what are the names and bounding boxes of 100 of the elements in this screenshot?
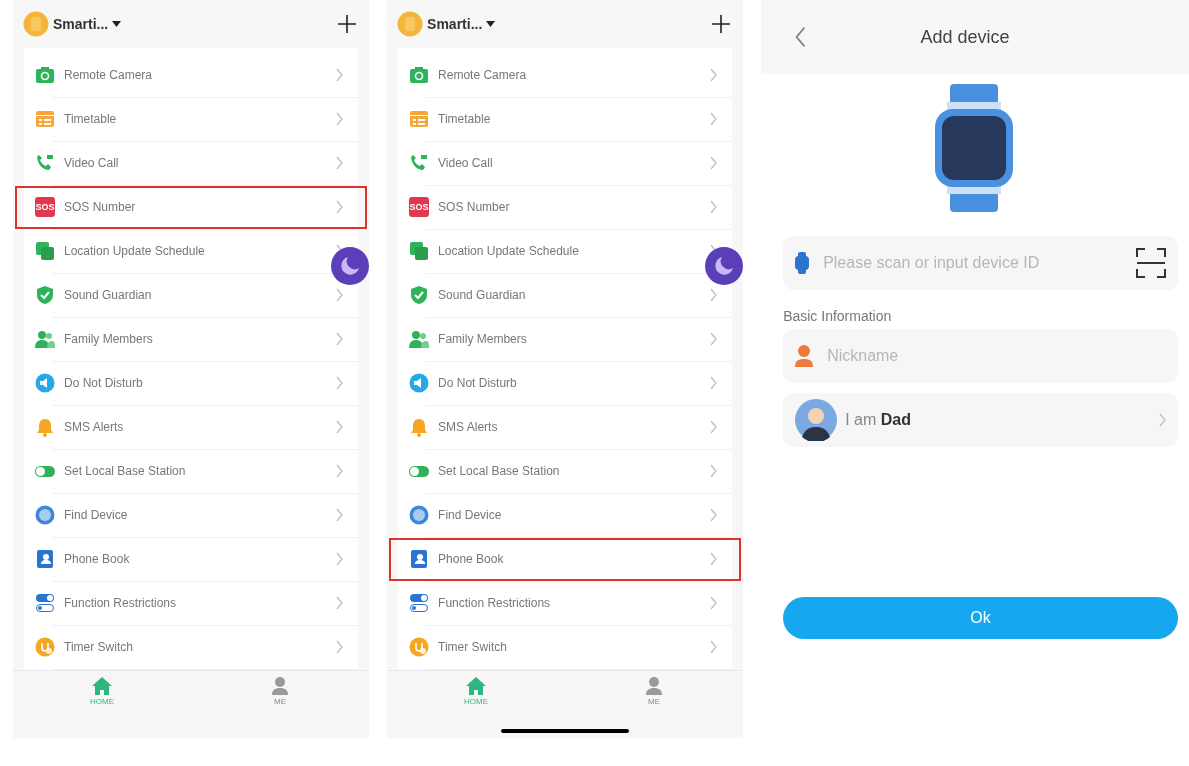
nav-tab[interactable]: HOME [13,670,192,707]
chevron-right-icon [336,288,344,303]
menu-item[interactable]: Function Restrictions [15,581,368,625]
chevron-right-icon [710,420,718,435]
switches-icon [35,593,55,614]
caret-icon[interactable] [486,20,496,27]
menu-item[interactable]: Sound Guardian [389,273,742,317]
back-icon [795,26,807,48]
chevron-right-icon [710,552,718,567]
menu-item-label: Video Call [438,156,494,171]
menu-item[interactable]: Phone Book [389,537,742,581]
ok-button[interactable]: Ok [783,597,1178,639]
menu-item[interactable]: Timer Switch [15,625,368,669]
squares-icon [35,241,55,262]
device-avatar-icon [23,10,49,37]
menu-item[interactable]: Remote Camera [389,53,742,97]
menu-item[interactable]: Video Call [15,141,368,185]
chevron-right-icon [336,112,344,127]
section-label: Basic Information [783,308,893,324]
menu-item[interactable]: SOS SOS Number [15,185,368,229]
speaker-icon [35,373,55,394]
chevron-right-icon [710,596,718,611]
sos-icon: SOS [409,197,430,218]
scan-icon[interactable] [1136,248,1166,278]
menu-item[interactable]: Timer Switch [389,625,742,669]
menu-item[interactable]: SMS Alerts [389,405,742,449]
nickname-field[interactable]: Nickname [783,329,1178,383]
menu-item[interactable]: Set Local Base Station [389,449,742,493]
nav-tab[interactable]: ME [191,670,370,707]
home-icon [466,676,487,695]
menu-item[interactable]: SMS Alerts [15,405,368,449]
person-icon [795,345,814,367]
chevron-right-icon [336,376,344,391]
chevron-right-icon [336,200,344,215]
menu-item[interactable]: Find Device [15,493,368,537]
menu-item-label: Phone Book [438,552,505,567]
camera-icon [35,65,55,86]
menu-item-label: Set Local Base Station [438,464,561,479]
chevron-right-icon [710,200,718,215]
moon-icon [714,255,735,276]
menu-item-label: Timer Switch [64,640,134,655]
nickname-input[interactable]: Nickname [825,346,1166,366]
menu-item-label: Remote Camera [64,68,154,83]
switches-icon [409,593,430,614]
shield-icon [409,285,430,306]
chevron-right-icon [336,464,344,479]
device-name[interactable]: Smarti... [53,15,109,32]
menu-item[interactable]: Find Device [389,493,742,537]
nav-tab[interactable]: ME [565,670,744,707]
menu-item[interactable]: Timetable [389,97,742,141]
avatar-icon [795,399,838,441]
night-mode-button[interactable] [705,246,744,285]
timetable-icon [409,109,430,130]
people-icon [409,329,430,350]
menu-item[interactable]: Sound Guardian [15,273,368,317]
timetable-icon [35,109,55,130]
menu-item[interactable]: Function Restrictions [389,581,742,625]
menu-item[interactable]: Do Not Disturb [389,361,742,405]
device-id-input[interactable]: Please scan or input device ID [821,253,1124,273]
globe-icon [35,505,55,526]
add-icon[interactable] [338,14,357,33]
menu-item-label: Timer Switch [438,640,508,655]
device-name[interactable]: Smarti... [427,15,483,32]
bell-icon [409,417,430,438]
watch-icon [795,252,810,274]
nav-tab[interactable]: HOME [387,670,566,707]
squares-icon [409,241,430,262]
menu-item-label: Location Update Schedule [64,244,206,259]
menu-item[interactable]: Timetable [15,97,368,141]
chevron-right-icon [710,464,718,479]
menu-item[interactable]: Do Not Disturb [15,361,368,405]
chevron-right-icon [710,508,718,523]
speaker-icon [409,373,430,394]
caret-icon[interactable] [112,20,122,27]
chevron-right-icon [336,552,344,567]
menu-item-label: SMS Alerts [64,420,125,435]
menu-item-label: Find Device [64,508,129,523]
chevron-right-icon [710,156,718,171]
menu-item[interactable]: Video Call [389,141,742,185]
menu-item[interactable]: Set Local Base Station [15,449,368,493]
screen-title: Add device [919,26,1011,48]
person-icon [272,676,289,695]
chevron-right-icon [336,420,344,435]
menu-item[interactable]: Remote Camera [15,53,368,97]
menu-item[interactable]: Family Members [389,317,742,361]
menu-item[interactable]: Phone Book [15,537,368,581]
globe-icon [409,505,430,526]
menu-item-label: SMS Alerts [438,420,499,435]
night-mode-button[interactable] [331,246,370,285]
relation-row[interactable]: I am Dad [783,393,1178,447]
moon-icon [340,255,361,276]
add-icon[interactable] [712,14,731,33]
device-id-field[interactable]: Please scan or input device ID [783,236,1178,290]
menu-item[interactable]: SOS SOS Number [389,185,742,229]
menu-item-label: Set Local Base Station [64,464,187,479]
menu-item[interactable]: Family Members [15,317,368,361]
menu-item-label: SOS Number [64,200,137,215]
menu-item-label: Family Members [64,332,154,347]
menu-item-label: Find Device [438,508,503,523]
chevron-right-icon [336,596,344,611]
